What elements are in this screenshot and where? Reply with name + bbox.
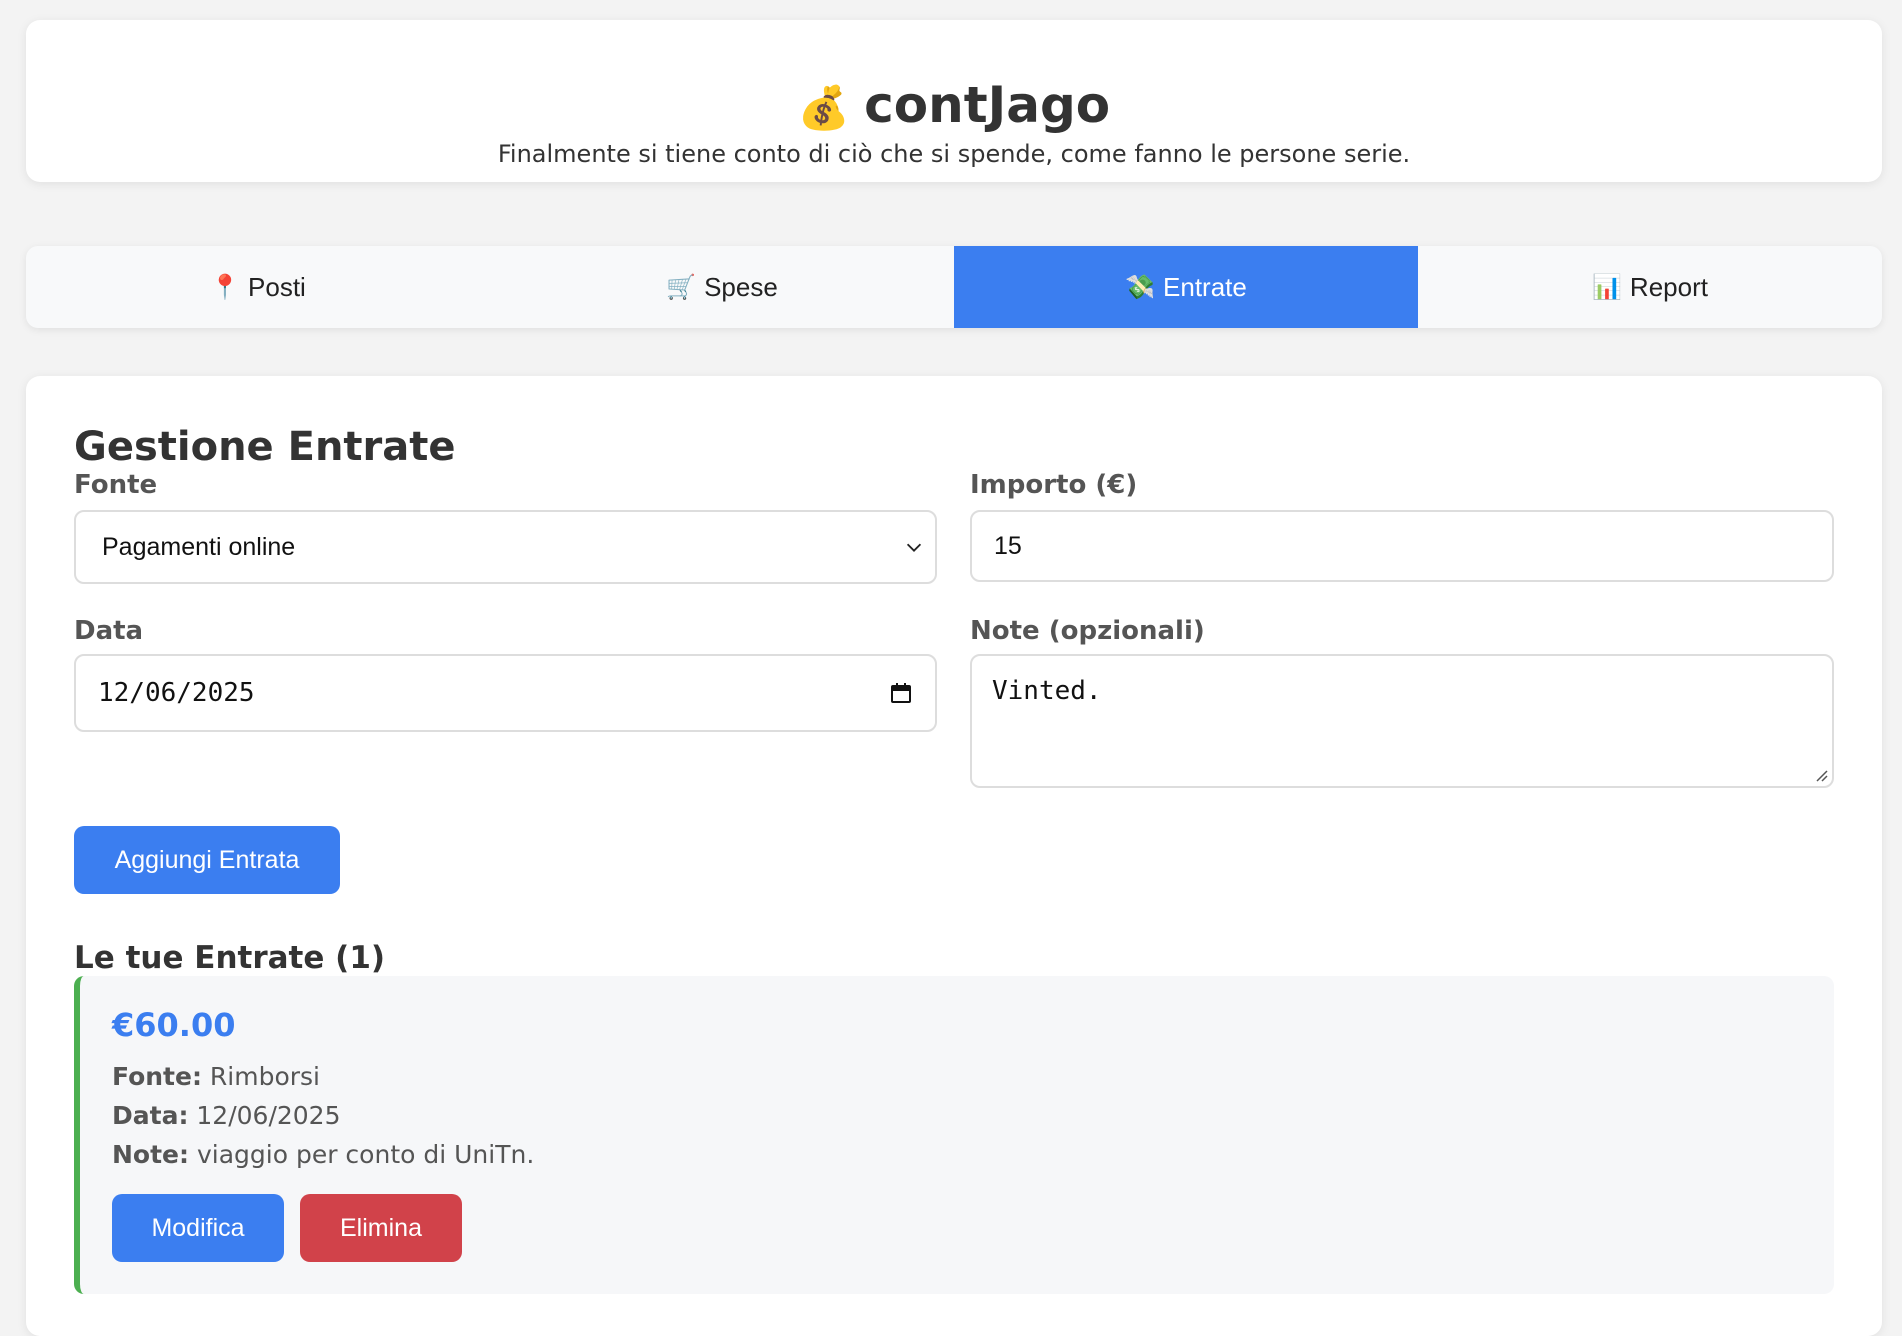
importo-input[interactable]: 15 — [970, 510, 1834, 582]
importo-label: Importo (€) — [970, 470, 1138, 500]
entrata-amount: €60.00 — [112, 1006, 236, 1044]
data-input-value: 12/06/2025 — [98, 678, 255, 708]
data-input[interactable]: 12/06/2025 — [74, 654, 937, 732]
tab-posti[interactable]: 📍 Posti — [26, 246, 490, 328]
note-textarea[interactable]: Vinted. — [970, 654, 1834, 788]
cart-icon: 🛒 — [666, 273, 697, 301]
money-bag-icon: 💰 — [797, 83, 851, 132]
entrata-fonte-label: Fonte: — [112, 1062, 202, 1091]
note-textarea-value: Vinted. — [992, 676, 1102, 706]
entrata-card: €60.00 Fonte: Rimborsi Data: 12/06/2025 … — [74, 976, 1834, 1294]
entrata-note-label: Note: — [112, 1140, 190, 1169]
tab-label: Spese — [704, 271, 778, 302]
app-title: 💰 contJago — [26, 70, 1882, 143]
calendar-icon[interactable] — [889, 681, 913, 705]
entrata-fonte: Fonte: Rimborsi — [112, 1062, 320, 1091]
tab-label: Entrate — [1163, 271, 1247, 302]
pin-icon: 📍 — [210, 273, 241, 301]
fonte-select-value: Pagamenti online — [102, 532, 296, 561]
tab-entrate[interactable]: 💸 Entrate — [954, 246, 1418, 328]
modifica-button[interactable]: Modifica — [112, 1194, 284, 1262]
entrate-list-title: Le tue Entrate (1) — [74, 940, 386, 976]
money-wings-icon: 💸 — [1125, 273, 1156, 301]
elimina-button[interactable]: Elimina — [300, 1194, 462, 1262]
tab-label: Report — [1629, 271, 1708, 302]
entrata-data: Data: 12/06/2025 — [112, 1101, 341, 1130]
add-entrata-button[interactable]: Aggiungi Entrata — [74, 826, 340, 894]
resize-handle-icon[interactable] — [1814, 768, 1828, 782]
fonte-select[interactable]: Pagamenti online — [74, 510, 937, 584]
tab-report[interactable]: 📊 Report — [1418, 246, 1882, 328]
app-title-text: contJago — [864, 76, 1111, 134]
entrata-data-label: Data: — [112, 1101, 189, 1130]
importo-input-value: 15 — [994, 531, 1022, 560]
data-label: Data — [74, 616, 144, 646]
section-title: Gestione Entrate — [74, 424, 456, 470]
tab-spese[interactable]: 🛒 Spese — [490, 246, 954, 328]
bar-chart-icon: 📊 — [1592, 273, 1622, 301]
entrata-data-value: 12/06/2025 — [196, 1101, 341, 1130]
tab-label: Posti — [248, 271, 306, 302]
app-subtitle: Finalmente si tiene conto di ciò che si … — [497, 140, 1411, 168]
note-label: Note (opzionali) — [970, 616, 1205, 646]
entrata-note-value: viaggio per conto di UniTn. — [196, 1140, 535, 1169]
fonte-label: Fonte — [74, 470, 158, 500]
chevron-down-icon — [906, 543, 922, 552]
entrate-panel: Gestione Entrate Fonte Pagamenti online … — [26, 376, 1882, 1336]
entrata-note: Note: viaggio per conto di UniTn. — [112, 1140, 534, 1169]
tab-bar: 📍 Posti 🛒 Spese 💸 Entrate 📊 Report — [26, 246, 1882, 328]
app-header: 💰 contJago Finalmente si tiene conto di c… — [26, 20, 1882, 182]
entrata-fonte-value: Rimborsi — [209, 1062, 320, 1091]
